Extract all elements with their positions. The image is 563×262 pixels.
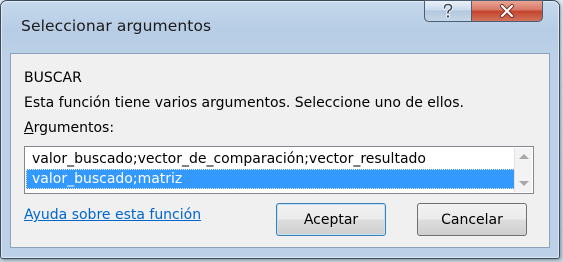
close-icon <box>500 4 514 18</box>
dialog-title: Seleccionar argumentos <box>21 17 212 35</box>
arguments-label: Argumentos: <box>24 120 114 136</box>
cancel-button[interactable]: Cancelar <box>417 203 527 236</box>
arguments-label-rest: rgumentos: <box>33 120 115 136</box>
scroll-up-arrow-icon[interactable] <box>519 154 529 159</box>
dialog-window: Seleccionar argumentos BUSCAR Esta funci… <box>0 0 560 259</box>
scroll-down-arrow-icon[interactable] <box>519 181 529 186</box>
listbox-scrollbar[interactable] <box>514 148 532 192</box>
help-icon <box>442 3 454 19</box>
accept-button[interactable]: Aceptar <box>276 203 386 236</box>
function-name: BUSCAR <box>24 70 82 86</box>
function-description: Esta función tiene varios argumentos. Se… <box>24 95 464 111</box>
title-bar[interactable]: Seleccionar argumentos <box>1 0 559 53</box>
close-button[interactable] <box>471 0 543 22</box>
help-button[interactable] <box>424 0 472 22</box>
arguments-label-mnemonic: A <box>24 120 34 136</box>
list-item[interactable]: valor_buscado;vector_de_comparación;vect… <box>26 149 515 169</box>
arguments-listbox[interactable]: valor_buscado;vector_de_comparación;vect… <box>24 146 534 194</box>
help-link[interactable]: Ayuda sobre esta función <box>24 207 201 223</box>
list-item-selected[interactable]: valor_buscado;matriz <box>26 169 515 189</box>
